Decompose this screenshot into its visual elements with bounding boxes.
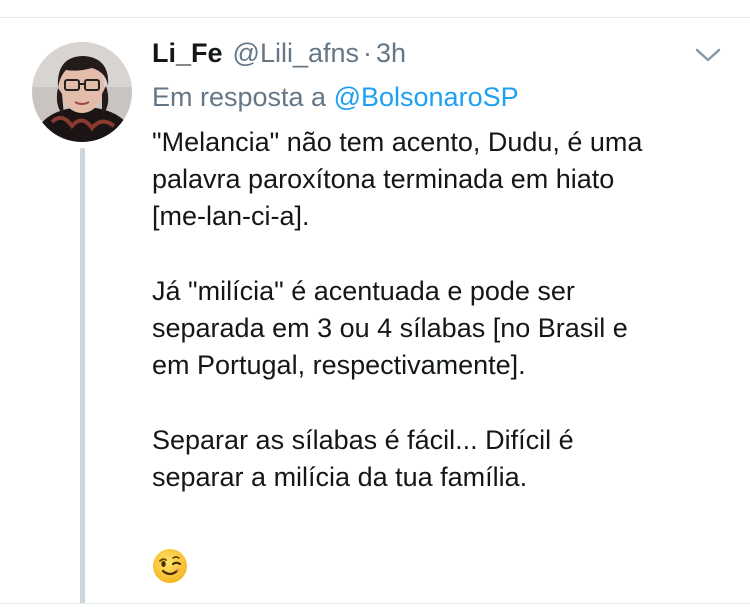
tweet-line: separada em 3 ou 4 sílabas [no Brasil e <box>152 313 628 343</box>
reply-handle-link[interactable]: @BolsonaroSP <box>334 82 519 112</box>
separator-dot: · <box>363 38 373 68</box>
thread-connector-line <box>80 148 85 607</box>
reply-context: Em resposta a @BolsonaroSP <box>152 82 519 113</box>
tweet-line: Já "milícia" é acentuada e pode ser <box>152 276 575 306</box>
winking-face-emoji <box>152 548 188 584</box>
tweet-line: Separar as sílabas é fácil... Difícil é <box>152 425 574 455</box>
user-handle[interactable]: @Lili_afns <box>233 38 359 69</box>
tweet-line: [me-lan-ci-a]. <box>152 201 310 231</box>
chevron-down-icon[interactable] <box>694 45 722 65</box>
tweet-text: "Melancia" não tem acento, Dudu, é uma p… <box>152 124 722 496</box>
display-name[interactable]: Li_Fe <box>152 38 223 69</box>
tweet-line: separar a milícia da tua família. <box>152 462 528 492</box>
avatar-image <box>32 42 132 142</box>
reply-prefix: Em resposta a <box>152 82 327 112</box>
user-avatar[interactable] <box>32 42 132 142</box>
tweet-line: "Melancia" não tem acento, Dudu, é uma <box>152 127 643 157</box>
tweet-line: em Portugal, respectivamente]. <box>152 350 526 380</box>
top-divider <box>0 0 750 18</box>
tweet-line: palavra paroxítona terminada em hiato <box>152 164 615 194</box>
tweet-header: Li_Fe @Lili_afns · 3h <box>152 38 406 70</box>
timestamp[interactable]: 3h <box>376 38 406 69</box>
bottom-divider <box>0 603 750 607</box>
